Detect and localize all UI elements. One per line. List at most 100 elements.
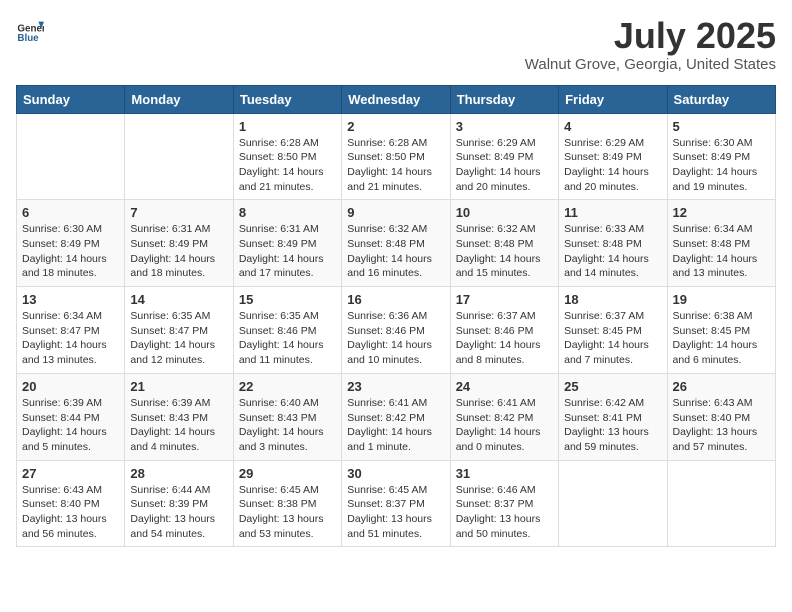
day-info: Sunrise: 6:41 AM Sunset: 8:42 PM Dayligh…	[347, 396, 444, 455]
day-number: 17	[456, 292, 553, 307]
calendar-cell: 1Sunrise: 6:28 AM Sunset: 8:50 PM Daylig…	[233, 113, 341, 200]
calendar-cell: 10 Sunrise: 6:32 AM Sunset: 8:48 PM Dayli…	[450, 200, 558, 287]
day-info: Sunrise: 6:28 AM Sunset: 8:50 PM Dayligh…	[347, 136, 444, 195]
calendar-cell: 3 Sunrise: 6:29 AM Sunset: 8:49 PM Daylig…	[450, 113, 558, 200]
calendar-cell: 31 Sunrise: 6:46 AM Sunset: 8:37 PM Dayli…	[450, 460, 558, 547]
day-info: Sunrise: 6:41 AM Sunset: 8:42 PM Dayligh…	[456, 396, 553, 455]
day-info: Sunrise: 6:46 AM Sunset: 8:37 PM Dayligh…	[456, 483, 553, 542]
day-number: 15	[239, 292, 336, 307]
day-info: Sunrise: 6:29 AM Sunset: 8:49 PM Dayligh…	[456, 136, 553, 195]
calendar-cell: 11 Sunrise: 6:33 AM Sunset: 8:48 PM Dayli…	[559, 200, 667, 287]
weekday-header: Wednesday	[342, 85, 450, 113]
day-info: Sunrise: 6:30 AM Sunset: 8:49 PM Dayligh…	[22, 222, 119, 281]
day-info: Sunrise: 6:45 AM Sunset: 8:38 PM Dayligh…	[239, 483, 336, 542]
calendar-cell: 18 Sunrise: 6:37 AM Sunset: 8:45 PM Dayli…	[559, 287, 667, 374]
day-number: 26	[673, 379, 770, 394]
calendar-cell: 2 Sunrise: 6:28 AM Sunset: 8:50 PM Daylig…	[342, 113, 450, 200]
calendar-cell: 4 Sunrise: 6:29 AM Sunset: 8:49 PM Daylig…	[559, 113, 667, 200]
logo: General Blue	[16, 16, 44, 44]
weekday-header: Sunday	[17, 85, 125, 113]
day-number: 11	[564, 205, 661, 220]
day-info: Sunrise: 6:34 AM Sunset: 8:47 PM Dayligh…	[22, 309, 119, 368]
calendar-cell: 25 Sunrise: 6:42 AM Sunset: 8:41 PM Dayli…	[559, 373, 667, 460]
day-number: 19	[673, 292, 770, 307]
day-number: 20	[22, 379, 119, 394]
day-number: 18	[564, 292, 661, 307]
calendar-cell: 28Sunrise: 6:44 AM Sunset: 8:39 PM Dayli…	[125, 460, 233, 547]
day-number: 8	[239, 205, 336, 220]
calendar-cell: 7 Sunrise: 6:31 AM Sunset: 8:49 PM Daylig…	[125, 200, 233, 287]
day-info: Sunrise: 6:29 AM Sunset: 8:49 PM Dayligh…	[564, 136, 661, 195]
title-block: July 2025 Walnut Grove, Georgia, United …	[525, 16, 776, 73]
calendar-cell: 13 Sunrise: 6:34 AM Sunset: 8:47 PM Dayli…	[17, 287, 125, 374]
day-info: Sunrise: 6:33 AM Sunset: 8:48 PM Dayligh…	[564, 222, 661, 281]
calendar-week-row: 1 Sunrise: 6:28 AM Sunset: 8:50 PM Daylig…	[17, 113, 776, 200]
calendar-cell	[667, 460, 775, 547]
day-info: Sunrise: 6:31 AM Sunset: 8:49 PM Dayligh…	[239, 222, 336, 281]
calendar-week-row: 6 Sunrise: 6:30 AM Sunset: 8:49 PM Daylig…	[17, 200, 776, 287]
day-number: 22	[239, 379, 336, 394]
calendar-cell	[17, 113, 125, 200]
day-info: Sunrise: 6:42 AM Sunset: 8:41 PM Dayligh…	[564, 396, 661, 455]
day-info: Sunrise: 6:44 AM Sunset: 8:39 PM Dayligh…	[130, 483, 227, 542]
calendar-cell: 22Sunrise: 6:40 AM Sunset: 8:43 PM Dayli…	[233, 373, 341, 460]
weekday-header: Friday	[559, 85, 667, 113]
day-number: 4	[564, 119, 661, 134]
day-info: Sunrise: 6:34 AM Sunset: 8:48 PM Dayligh…	[673, 222, 770, 281]
day-info: Sunrise: 6:39 AM Sunset: 8:43 PM Dayligh…	[130, 396, 227, 455]
calendar-cell: 24 Sunrise: 6:41 AM Sunset: 8:42 PM Dayli…	[450, 373, 558, 460]
calendar-cell: 15Sunrise: 6:35 AM Sunset: 8:46 PM Dayli…	[233, 287, 341, 374]
day-info: Sunrise: 6:39 AM Sunset: 8:44 PM Dayligh…	[22, 396, 119, 455]
day-info: Sunrise: 6:43 AM Sunset: 8:40 PM Dayligh…	[22, 483, 119, 542]
day-number: 13	[22, 292, 119, 307]
page-header: General Blue July 2025 Walnut Grove, Geo…	[16, 16, 776, 73]
calendar-week-row: 27 Sunrise: 6:43 AM Sunset: 8:40 PM Dayli…	[17, 460, 776, 547]
calendar-cell	[125, 113, 233, 200]
day-info: Sunrise: 6:32 AM Sunset: 8:48 PM Dayligh…	[456, 222, 553, 281]
day-number: 7	[130, 205, 227, 220]
day-info: Sunrise: 6:45 AM Sunset: 8:37 PM Dayligh…	[347, 483, 444, 542]
day-number: 24	[456, 379, 553, 394]
weekday-header: Saturday	[667, 85, 775, 113]
day-info: Sunrise: 6:32 AM Sunset: 8:48 PM Dayligh…	[347, 222, 444, 281]
calendar-week-row: 13 Sunrise: 6:34 AM Sunset: 8:47 PM Dayli…	[17, 287, 776, 374]
calendar-cell: 8 Sunrise: 6:31 AM Sunset: 8:49 PM Daylig…	[233, 200, 341, 287]
calendar-cell: 30 Sunrise: 6:45 AM Sunset: 8:37 PM Dayli…	[342, 460, 450, 547]
day-number: 27	[22, 466, 119, 481]
day-number: 3	[456, 119, 553, 134]
day-number: 10	[456, 205, 553, 220]
logo-icon: General Blue	[16, 16, 44, 44]
day-number: 2	[347, 119, 444, 134]
calendar-table: SundayMondayTuesdayWednesdayThursdayFrid…	[16, 85, 776, 548]
calendar-cell	[559, 460, 667, 547]
calendar-header-row: SundayMondayTuesdayWednesdayThursdayFrid…	[17, 85, 776, 113]
day-number: 1	[239, 119, 336, 134]
day-info: Sunrise: 6:30 AM Sunset: 8:49 PM Dayligh…	[673, 136, 770, 195]
day-info: Sunrise: 6:31 AM Sunset: 8:49 PM Dayligh…	[130, 222, 227, 281]
calendar-cell: 20 Sunrise: 6:39 AM Sunset: 8:44 PM Dayli…	[17, 373, 125, 460]
calendar-cell: 27 Sunrise: 6:43 AM Sunset: 8:40 PM Dayli…	[17, 460, 125, 547]
day-number: 23	[347, 379, 444, 394]
weekday-header: Monday	[125, 85, 233, 113]
weekday-header: Tuesday	[233, 85, 341, 113]
calendar-cell: 29Sunrise: 6:45 AM Sunset: 8:38 PM Dayli…	[233, 460, 341, 547]
day-number: 9	[347, 205, 444, 220]
day-number: 30	[347, 466, 444, 481]
day-number: 6	[22, 205, 119, 220]
day-number: 5	[673, 119, 770, 134]
day-number: 31	[456, 466, 553, 481]
calendar-cell: 17Sunrise: 6:37 AM Sunset: 8:46 PM Dayli…	[450, 287, 558, 374]
svg-text:Blue: Blue	[17, 33, 39, 44]
calendar-cell: 23 Sunrise: 6:41 AM Sunset: 8:42 PM Dayli…	[342, 373, 450, 460]
day-number: 12	[673, 205, 770, 220]
location-title: Walnut Grove, Georgia, United States	[525, 56, 776, 73]
month-title: July 2025	[525, 16, 776, 56]
day-info: Sunrise: 6:37 AM Sunset: 8:45 PM Dayligh…	[564, 309, 661, 368]
calendar-cell: 21Sunrise: 6:39 AM Sunset: 8:43 PM Dayli…	[125, 373, 233, 460]
day-info: Sunrise: 6:36 AM Sunset: 8:46 PM Dayligh…	[347, 309, 444, 368]
day-number: 25	[564, 379, 661, 394]
calendar-cell: 19Sunrise: 6:38 AM Sunset: 8:45 PM Dayli…	[667, 287, 775, 374]
day-info: Sunrise: 6:43 AM Sunset: 8:40 PM Dayligh…	[673, 396, 770, 455]
calendar-cell: 26 Sunrise: 6:43 AM Sunset: 8:40 PM Dayli…	[667, 373, 775, 460]
calendar-cell: 14Sunrise: 6:35 AM Sunset: 8:47 PM Dayli…	[125, 287, 233, 374]
